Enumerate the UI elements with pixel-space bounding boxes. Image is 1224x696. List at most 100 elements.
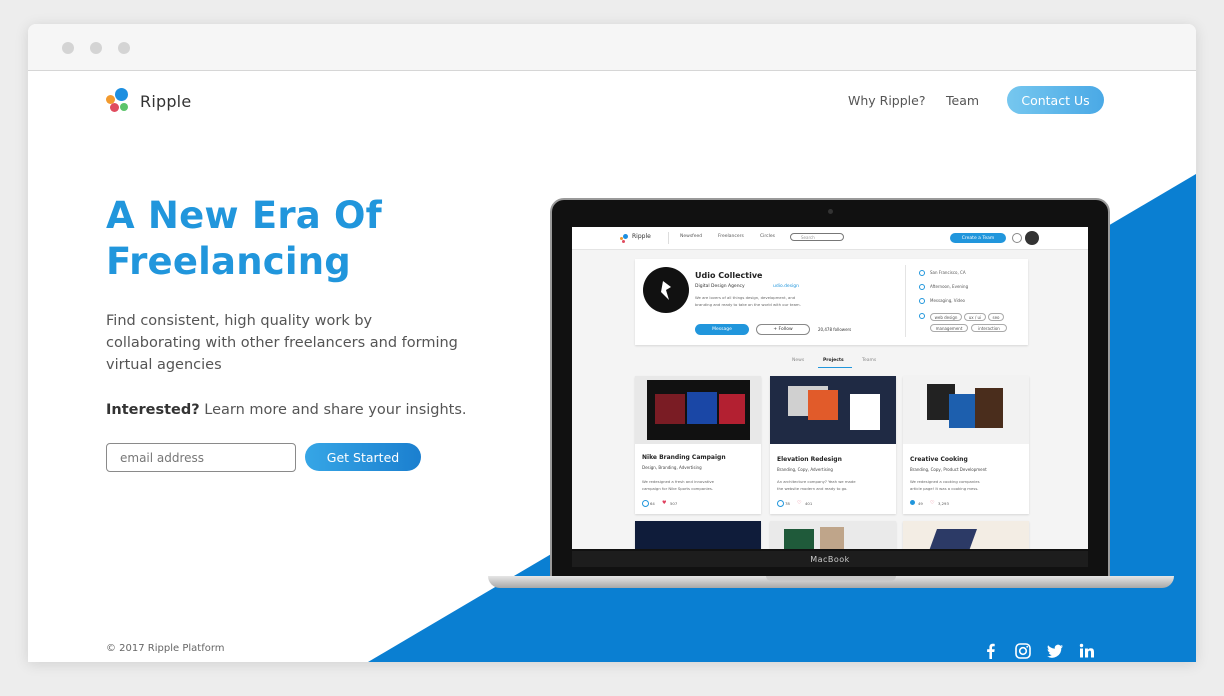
project-desc2-nike: campaign for Nike Sports companies. — [642, 486, 714, 491]
agency-contact-pref: Messaging, Video — [930, 298, 966, 303]
message-button[interactable]: Message — [695, 324, 749, 335]
heart-icon: ♥ — [662, 500, 667, 506]
project-tags-cooking: Branding, Copy, Product Development — [910, 467, 987, 472]
project-desc1-cooking: We redesigned a cooking companies — [910, 479, 980, 484]
agency-site[interactable]: udio.design — [773, 284, 799, 289]
ripple-logo-icon — [106, 88, 132, 114]
tag-ux-ui[interactable]: ux / ui — [964, 313, 986, 321]
window-close-dot[interactable] — [62, 42, 74, 54]
project-tags-nike: Design, Branding, Advertising — [642, 465, 702, 470]
project-comments-elevation: 78 — [785, 501, 790, 506]
project-thumb-cooking — [903, 376, 1029, 444]
heart-icon: ♡ — [797, 500, 802, 506]
email-placeholder: email address — [120, 450, 205, 465]
app-brand: Ripple — [632, 233, 651, 240]
hero-title-line1: A New Era Of — [106, 194, 382, 237]
project-thumb-nike — [635, 376, 761, 444]
app-user-avatar[interactable] — [1025, 231, 1039, 245]
comment-icon — [642, 500, 649, 507]
profile-card: Udio Collective Digital Design Agency ud… — [635, 259, 1028, 345]
agency-bio-line2: branding and ready to take on the world … — [695, 302, 801, 307]
app-create-team-button[interactable]: Create a Team — [950, 233, 1006, 243]
heart-icon: ♡ — [930, 500, 935, 506]
landing-page: Ripple Why Ripple? Team Contact Us A New… — [28, 71, 1196, 662]
app-nav-circles[interactable]: Circles — [760, 234, 775, 239]
project-comments-nike: 64 — [650, 501, 655, 506]
app-nav-freelancers[interactable]: Freelancers — [718, 234, 744, 239]
project-desc1-elevation: An architecture company? Yeah we made — [777, 479, 856, 484]
browser-titlebar — [28, 24, 1196, 71]
project-card-row2-1[interactable] — [635, 521, 761, 549]
clock-icon — [919, 284, 925, 290]
chat-icon — [919, 298, 925, 304]
tab-news[interactable]: News — [792, 358, 804, 363]
laptop-base-notch — [766, 576, 896, 581]
project-card-row2-2[interactable] — [770, 521, 896, 549]
agency-name: Udio Collective — [695, 271, 763, 280]
hero-title-line2: Freelancing — [106, 240, 351, 283]
nav-why-ripple[interactable]: Why Ripple? — [848, 93, 925, 108]
project-comments-cooking: 49 — [918, 501, 923, 506]
app-nav-newsfeed[interactable]: Newsfeed — [680, 234, 702, 239]
tag-interaction[interactable]: interaction — [971, 324, 1007, 332]
agency-type: Digital Design Agency — [695, 284, 745, 289]
tab-projects-underline — [818, 367, 852, 368]
project-card-cooking[interactable]: Creative Cooking Branding, Copy, Product… — [903, 376, 1029, 514]
hero-title: A New Era Of Freelancing — [106, 193, 382, 285]
app-screenshot: Ripple Newsfeed Freelancers Circles Sear… — [572, 227, 1088, 549]
tag-web-design[interactable]: web design — [930, 313, 962, 321]
project-card-nike[interactable]: Nike Branding Campaign Design, Branding,… — [635, 376, 761, 514]
profile-divider — [905, 265, 906, 337]
get-started-button[interactable]: Get Started — [305, 443, 421, 471]
app-nav-divider — [668, 232, 669, 244]
laptop-screen-frame: Ripple Newsfeed Freelancers Circles Sear… — [550, 198, 1110, 580]
project-desc1-nike: We redesigned a fresh and innovative — [642, 479, 714, 484]
nav-team[interactable]: Team — [946, 93, 979, 108]
agency-bio-line1: We are lovers of all things design, deve… — [695, 295, 796, 300]
laptop-brand-label: MacBook — [572, 551, 1088, 567]
tag-management[interactable]: management — [930, 324, 968, 332]
project-title-cooking: Creative Cooking — [910, 456, 968, 463]
follow-button[interactable]: + Follow — [756, 324, 810, 335]
project-tags-elevation: Branding, Copy, Advertising — [777, 467, 833, 472]
tag-icon — [919, 313, 925, 319]
copyright: © 2017 Ripple Platform — [106, 643, 225, 654]
email-input[interactable]: email address — [106, 443, 296, 472]
project-card-row2-3[interactable] — [903, 521, 1029, 549]
brand-name: Ripple — [140, 91, 192, 111]
app-notification-icon[interactable] — [1012, 233, 1022, 243]
project-likes-elevation: 401 — [805, 501, 813, 506]
tab-teams[interactable]: Teams — [862, 358, 876, 363]
project-title-elevation: Elevation Redesign — [777, 456, 842, 463]
project-desc2-cooking: article page! It was a cooking mess. — [910, 486, 979, 491]
app-navbar: Ripple Newsfeed Freelancers Circles Sear… — [572, 227, 1088, 250]
comment-icon — [910, 500, 915, 505]
ripple-logo[interactable]: Ripple — [106, 87, 191, 115]
contact-us-button[interactable]: Contact Us — [1007, 86, 1104, 114]
project-thumb-elevation — [770, 376, 896, 444]
comment-icon — [777, 500, 784, 507]
interested-text: Interested? Learn more and share your in… — [106, 402, 467, 418]
window-minimize-dot[interactable] — [90, 42, 102, 54]
browser-window: Ripple Why Ripple? Team Contact Us A New… — [28, 24, 1196, 662]
tag-seo[interactable]: seo — [988, 313, 1004, 321]
agency-availability: Afternoon, Evening — [930, 284, 969, 289]
agency-avatar — [643, 267, 689, 313]
location-icon — [919, 270, 925, 276]
project-title-nike: Nike Branding Campaign — [642, 454, 726, 461]
app-logo-icon — [620, 234, 629, 243]
window-maximize-dot[interactable] — [118, 42, 130, 54]
interested-bold: Interested? — [106, 402, 200, 418]
agency-location: San Francisco, CA — [930, 270, 966, 275]
interested-rest: Learn more and share your insights. — [199, 402, 467, 418]
tab-projects[interactable]: Projects — [823, 358, 844, 363]
hero-subtitle: Find consistent, high quality work by co… — [106, 313, 458, 373]
project-desc2-elevation: the website modern and ready to go. — [777, 486, 848, 491]
project-card-elevation[interactable]: Elevation Redesign Branding, Copy, Adver… — [770, 376, 896, 514]
app-search-placeholder: Search — [801, 235, 815, 240]
project-likes-nike: 507 — [670, 501, 678, 506]
app-search-input[interactable]: Search — [790, 233, 844, 241]
project-likes-cooking: 3,293 — [938, 501, 949, 506]
camera-dot — [828, 209, 833, 214]
followers-count: 20,478 followers — [818, 327, 852, 332]
